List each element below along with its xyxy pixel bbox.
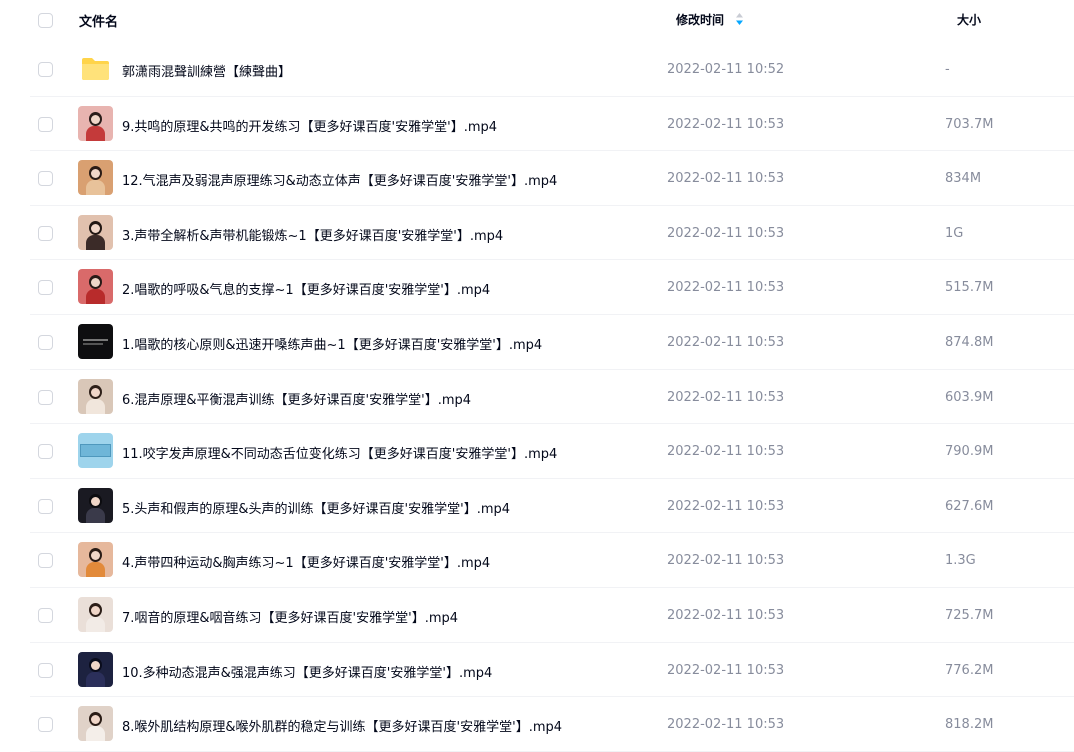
row-checkbox[interactable]: [38, 116, 53, 132]
file-row[interactable]: 3.声带全解析&声带机能锻炼~1【更多好课百度'安雅学堂'】.mp4 2022-0…: [0, 206, 1074, 261]
file-size: 776.2M: [945, 662, 994, 678]
modified-time: 2022-02-11 10:53: [667, 662, 785, 678]
video-thumbnail: [78, 542, 113, 578]
row-checkbox[interactable]: [38, 553, 53, 569]
file-name[interactable]: 6.混声原理&平衡混声训练【更多好课百度'安雅学堂'】.mp4: [122, 389, 471, 408]
row-checkbox[interactable]: [38, 717, 53, 733]
video-thumbnail: [78, 378, 113, 414]
video-thumbnail: [78, 214, 113, 250]
modified-time: 2022-02-11 10:53: [667, 498, 785, 514]
modified-time: 2022-02-11 10:53: [667, 334, 785, 350]
file-name[interactable]: 4.声带四种运动&胸声练习~1【更多好课百度'安雅学堂'】.mp4: [122, 552, 490, 571]
row-checkbox[interactable]: [38, 662, 53, 678]
modified-time: 2022-02-11 10:53: [667, 225, 785, 241]
file-row[interactable]: 9.共鸣的原理&共鸣的开发练习【更多好课百度'安雅学堂'】.mp4 2022-02…: [0, 97, 1074, 152]
file-size: 703.7M: [945, 116, 994, 132]
row-checkbox[interactable]: [38, 334, 53, 350]
file-row[interactable]: 12.气混声及弱混声原理练习&动态立体声【更多好课百度'安雅学堂'】.mp4 20…: [0, 151, 1074, 206]
video-thumbnail: [78, 651, 113, 687]
row-checkbox[interactable]: [38, 498, 53, 514]
row-checkbox[interactable]: [38, 62, 53, 77]
file-row[interactable]: 5.头声和假声的原理&头声的训练【更多好课百度'安雅学堂'】.mp4 2022-0…: [0, 479, 1074, 534]
video-thumbnail: [78, 160, 113, 196]
file-size: 1G: [945, 225, 964, 241]
file-size: 790.9M: [945, 444, 994, 460]
sort-icon[interactable]: [735, 12, 744, 26]
file-name[interactable]: 10.多种动态混声&强混声练习【更多好课百度'安雅学堂'】.mp4: [122, 662, 492, 681]
file-size: 874.8M: [945, 334, 994, 350]
file-name[interactable]: 5.头声和假声的原理&头声的训练【更多好课百度'安雅学堂'】.mp4: [122, 498, 510, 517]
file-row[interactable]: 11.咬字发声原理&不同动态舌位变化练习【更多好课百度'安雅学堂'】.mp4 20…: [0, 424, 1074, 479]
row-checkbox[interactable]: [38, 225, 53, 241]
file-list: 郭潇雨混聲訓練營【練聲曲】 2022-02-11 10:52 - 9.共鸣的原理&共鸣…: [0, 42, 1074, 752]
video-thumbnail: [78, 596, 113, 632]
video-thumbnail: [78, 706, 113, 742]
modified-time: 2022-02-11 10:53: [667, 717, 785, 733]
row-checkbox[interactable]: [38, 444, 53, 460]
video-thumbnail: [78, 269, 113, 305]
file-name[interactable]: 2.唱歌的呼吸&气息的支撑~1【更多好课百度'安雅学堂'】.mp4: [122, 279, 490, 298]
file-size: -: [945, 62, 950, 77]
column-header-modified-time[interactable]: 修改时间: [676, 11, 724, 28]
row-checkbox[interactable]: [38, 171, 53, 187]
file-name[interactable]: 7.咽音的原理&咽音练习【更多好课百度'安雅学堂'】.mp4: [122, 607, 458, 626]
modified-time: 2022-02-11 10:53: [667, 280, 785, 296]
file-row[interactable]: 10.多种动态混声&强混声练习【更多好课百度'安雅学堂'】.mp4 2022-02…: [0, 643, 1074, 698]
file-name[interactable]: 郭潇雨混聲訓練營【練聲曲】: [122, 61, 291, 80]
file-name[interactable]: 12.气混声及弱混声原理练习&动态立体声【更多好课百度'安雅学堂'】.mp4: [122, 170, 557, 189]
video-thumbnail: [78, 323, 113, 359]
file-name[interactable]: 3.声带全解析&声带机能锻炼~1【更多好课百度'安雅学堂'】.mp4: [122, 225, 503, 244]
modified-time: 2022-02-11 10:53: [667, 171, 785, 187]
file-size: 1.3G: [945, 553, 976, 569]
file-row[interactable]: 6.混声原理&平衡混声训练【更多好课百度'安雅学堂'】.mp4 2022-02-1…: [0, 370, 1074, 425]
modified-time: 2022-02-11 10:53: [667, 553, 785, 569]
column-header-name[interactable]: 文件名: [79, 11, 118, 30]
modified-time: 2022-02-11 10:52: [667, 62, 785, 77]
select-all-checkbox[interactable]: [38, 13, 53, 28]
file-size: 834M: [945, 171, 982, 187]
modified-time: 2022-02-11 10:53: [667, 389, 785, 405]
row-checkbox[interactable]: [38, 389, 53, 405]
file-row[interactable]: 7.咽音的原理&咽音练习【更多好课百度'安雅学堂'】.mp4 2022-02-11…: [0, 588, 1074, 643]
file-name[interactable]: 8.喉外肌结构原理&喉外肌群的稳定与训练【更多好课百度'安雅学堂'】.mp4: [122, 716, 562, 735]
video-thumbnail: [78, 487, 113, 523]
file-size: 725.7M: [945, 607, 994, 623]
file-name[interactable]: 9.共鸣的原理&共鸣的开发练习【更多好课百度'安雅学堂'】.mp4: [122, 116, 497, 135]
video-thumbnail: [78, 105, 113, 141]
file-name[interactable]: 11.咬字发声原理&不同动态舌位变化练习【更多好课百度'安雅学堂'】.mp4: [122, 443, 557, 462]
file-size: 818.2M: [945, 717, 994, 733]
column-header-size[interactable]: 大小: [957, 11, 981, 28]
video-thumbnail: [78, 433, 113, 469]
row-checkbox[interactable]: [38, 280, 53, 296]
file-row[interactable]: 2.唱歌的呼吸&气息的支撑~1【更多好课百度'安雅学堂'】.mp4 2022-02…: [0, 260, 1074, 315]
row-checkbox[interactable]: [38, 607, 53, 623]
file-row[interactable]: 郭潇雨混聲訓練營【練聲曲】 2022-02-11 10:52 -: [0, 42, 1074, 97]
file-name[interactable]: 1.唱歌的核心原则&迅速开嗓练声曲~1【更多好课百度'安雅学堂'】.mp4: [122, 334, 542, 353]
file-size: 515.7M: [945, 280, 994, 296]
file-row[interactable]: 1.唱歌的核心原则&迅速开嗓练声曲~1【更多好课百度'安雅学堂'】.mp4 202…: [0, 315, 1074, 370]
file-size: 627.6M: [945, 498, 994, 514]
folder-icon: [78, 51, 113, 86]
modified-time: 2022-02-11 10:53: [667, 444, 785, 460]
modified-time: 2022-02-11 10:53: [667, 607, 785, 623]
file-list-header: 文件名 修改时间 大小: [0, 0, 1074, 41]
file-row[interactable]: 4.声带四种运动&胸声练习~1【更多好课百度'安雅学堂'】.mp4 2022-02…: [0, 533, 1074, 588]
file-size: 603.9M: [945, 389, 994, 405]
modified-time: 2022-02-11 10:53: [667, 116, 785, 132]
